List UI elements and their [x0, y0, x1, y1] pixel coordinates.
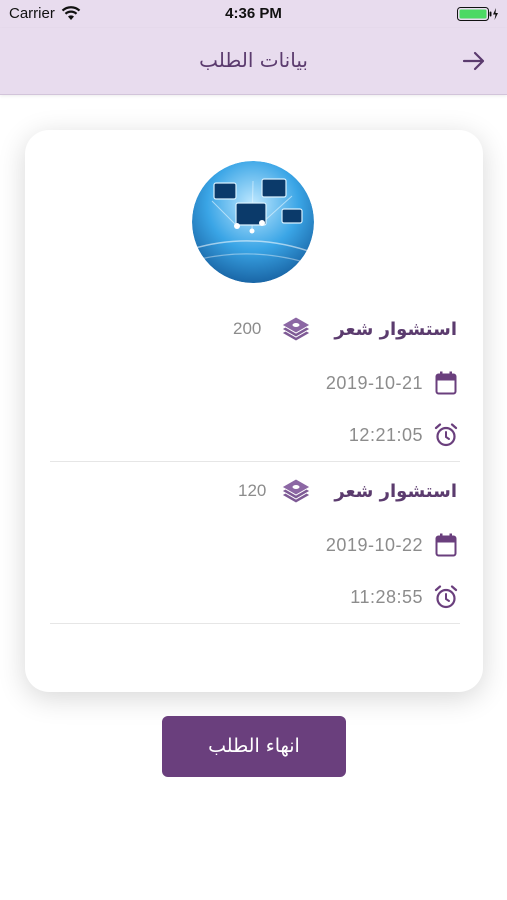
alarm-clock-icon — [434, 423, 458, 447]
page-title: بيانات الطلب — [199, 48, 308, 72]
price-value: 120 — [238, 481, 267, 500]
money-stack-icon — [280, 316, 312, 342]
service-title: استشوار شعر — [334, 319, 457, 340]
price-value: 200 — [233, 319, 262, 338]
service-title: استشوار شعر — [334, 481, 457, 502]
nav-bar: بيانات الطلب — [0, 28, 507, 95]
battery-icon — [457, 7, 498, 21]
order-date: 2019-10-22 — [325, 535, 423, 555]
divider — [50, 623, 460, 624]
order-time: 11:28:55 — [350, 587, 423, 607]
money-stack-icon — [280, 478, 312, 504]
alarm-clock-icon — [434, 585, 458, 609]
status-bar: Carrier 4:36 PM — [0, 0, 507, 28]
calendar-icon — [435, 533, 457, 557]
finish-order-button[interactable]: انهاء الطلب — [162, 716, 346, 777]
arrow-right-icon[interactable] — [461, 48, 487, 74]
order-card: استشوار شعر 200 2019-10-21 12:21:05 استش… — [25, 130, 483, 692]
order-date: 2019-10-21 — [325, 373, 423, 393]
status-time: 4:36 PM — [225, 5, 282, 22]
calendar-icon — [435, 371, 457, 395]
avatar — [192, 161, 314, 283]
divider — [50, 461, 460, 462]
order-time: 12:21:05 — [348, 425, 423, 445]
